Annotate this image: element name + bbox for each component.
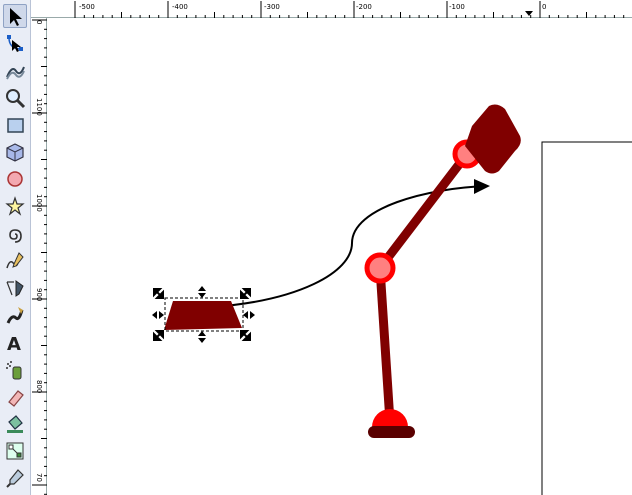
pen-tool-button[interactable] <box>3 276 27 300</box>
pencil-tool-button[interactable] <box>3 249 27 273</box>
gradient-tool-button[interactable] <box>3 439 27 463</box>
scale-handle-tr[interactable] <box>240 288 251 299</box>
pen-tool-icon <box>6 280 24 297</box>
rectangle-tool-button[interactable] <box>3 113 27 137</box>
vruler-label: 900 <box>35 288 43 301</box>
hruler-label: -400 <box>172 3 188 11</box>
dropper-tool-icon <box>6 469 24 489</box>
selector-tool-icon <box>10 8 22 26</box>
vruler-label: 800 <box>35 380 43 393</box>
scale-handle-left[interactable] <box>152 311 164 319</box>
tweak-tool-icon <box>6 67 25 80</box>
vertical-ruler[interactable]: 0 1100 1000 900 800 70 <box>31 18 47 495</box>
scale-handle-tl[interactable] <box>153 288 164 299</box>
spray-tool-icon <box>6 360 22 380</box>
toolbox: A <box>0 0 31 495</box>
page-border <box>541 141 632 495</box>
scale-handle-bl[interactable] <box>153 330 164 341</box>
text-tool-icon: A <box>7 334 21 353</box>
upper-limb[interactable] <box>375 149 472 273</box>
text-tool-button[interactable]: A <box>3 330 27 354</box>
calligraphy-tool-icon <box>6 307 24 324</box>
paint-bucket-tool-icon <box>7 415 23 433</box>
ellipse-tool-icon <box>7 171 23 187</box>
ellipse-tool-button[interactable] <box>3 167 27 191</box>
selector-tool-button[interactable] <box>3 4 27 28</box>
zoom-tool-icon <box>6 88 26 108</box>
hruler-label: -300 <box>264 3 280 11</box>
spray-tool-button[interactable] <box>3 358 27 382</box>
hruler-label: -100 <box>449 3 465 11</box>
svg-text:A: A <box>7 334 21 353</box>
middle-joint[interactable] <box>364 252 396 284</box>
star-tool-icon <box>5 196 25 217</box>
base-dome[interactable] <box>372 409 408 427</box>
drawing-canvas[interactable] <box>47 18 632 495</box>
base-foot[interactable] <box>368 426 415 438</box>
hruler-label: -200 <box>356 3 372 11</box>
node-editor-tool-icon <box>7 35 23 53</box>
horizontal-ruler[interactable]: -500 -400 -300 -200 -100 0 <box>31 0 632 18</box>
gradient-tool-icon <box>6 442 24 460</box>
vruler-label: 70 <box>35 473 43 482</box>
rectangle-tool-icon <box>7 118 24 133</box>
scale-handle-br[interactable] <box>240 330 251 341</box>
tweak-tool-button[interactable] <box>3 58 27 82</box>
dropper-tool-button[interactable] <box>3 466 27 490</box>
vruler-label: 0 <box>35 20 43 24</box>
zoom-tool-button[interactable] <box>3 86 27 110</box>
scale-handle-top[interactable] <box>198 286 206 298</box>
3d-box-tool-icon <box>6 143 24 162</box>
eraser-tool-icon <box>8 389 24 407</box>
scale-handle-right[interactable] <box>243 311 255 319</box>
pencil-tool-icon <box>6 251 24 269</box>
scale-handle-bottom[interactable] <box>198 331 206 343</box>
trapezoid-shape[interactable] <box>164 301 242 330</box>
pointer-marker-icon <box>525 11 533 16</box>
node-editor-tool-button[interactable] <box>3 31 27 55</box>
hruler-label: -500 <box>79 3 95 11</box>
paint-bucket-tool-button[interactable] <box>3 412 27 436</box>
connector-path[interactable] <box>211 185 488 308</box>
vruler-label: 1100 <box>35 98 43 116</box>
spiral-tool-button[interactable] <box>3 222 27 246</box>
hruler-label: 0 <box>542 3 546 11</box>
vruler-label: 1000 <box>35 194 43 212</box>
star-tool-button[interactable] <box>3 194 27 218</box>
spiral-tool-icon <box>9 228 22 243</box>
connector-arrowhead <box>474 179 490 194</box>
lower-limb[interactable] <box>375 263 395 427</box>
calligraphy-tool-button[interactable] <box>3 303 27 327</box>
3d-box-tool-button[interactable] <box>3 140 27 164</box>
eraser-tool-button[interactable] <box>3 385 27 409</box>
